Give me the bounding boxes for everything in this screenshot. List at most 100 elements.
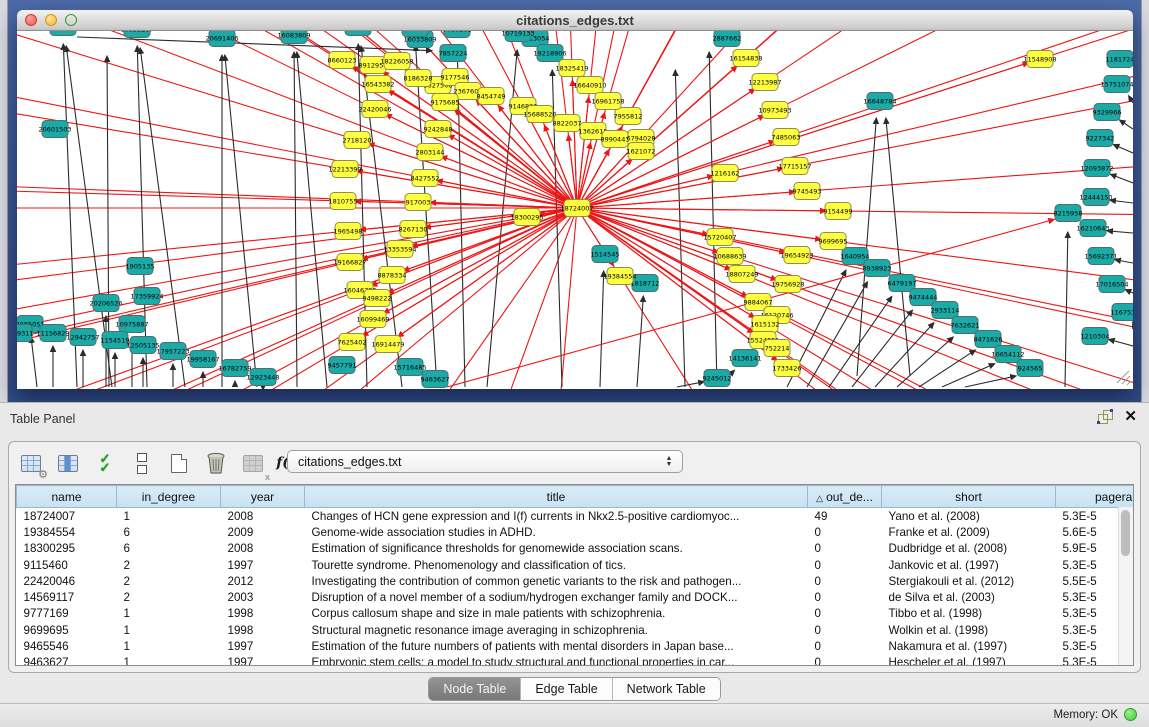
table-row[interactable]: 946362711997Embryonic stem cells: a mode… (17, 655, 1135, 666)
graph-node[interactable]: 9175685 (431, 94, 460, 111)
graph-node[interactable]: 9457791 (328, 357, 357, 374)
graph-node[interactable]: 7632621 (951, 317, 980, 334)
graph-node[interactable]: 10973493 (758, 102, 791, 119)
graph-node[interactable]: 16961758 (591, 93, 624, 110)
column-header-title[interactable]: title (305, 486, 808, 508)
float-panel-icon[interactable] (1098, 410, 1112, 424)
hub-node[interactable]: 18724007 (560, 200, 593, 217)
graph-node[interactable]: 12444150 (1079, 189, 1112, 206)
graph-node[interactable]: 12213399 (328, 161, 361, 178)
graph-node[interactable]: 7485063 (772, 129, 801, 146)
column-header-indegree[interactable]: in_degree (117, 486, 221, 508)
graph-node[interactable]: 12213987 (748, 74, 781, 91)
graph-node[interactable]: 9242848 (424, 121, 453, 138)
graph-node[interactable]: 10688639 (713, 248, 746, 265)
table-row[interactable]: 1456911722003Disruption of a novel membe… (17, 589, 1135, 605)
table-row[interactable]: 969969511998Structural magnetic resonanc… (17, 622, 1135, 638)
graph-node[interactable]: 10853287 (120, 31, 153, 38)
graph-node[interactable]: 12093872 (1080, 160, 1113, 177)
graph-node[interactable]: 18300295 (510, 209, 543, 226)
graph-node[interactable]: 1216162 (711, 165, 740, 182)
network-canvas[interactable]: 1603380978572248813054192189062887662107… (17, 31, 1133, 389)
graph-node[interactable]: 8471626 (974, 331, 1003, 348)
graph-node[interactable]: 8427552 (411, 170, 440, 187)
graph-node[interactable]: 22420046 (358, 101, 391, 118)
table-selector-dropdown[interactable]: citations_edges.txt ▲ ▼ (287, 450, 683, 473)
graph-node[interactable]: 11548908 (1023, 51, 1056, 68)
graph-node[interactable]: 13353594 (383, 241, 416, 258)
graph-node[interactable]: 6466161 (443, 31, 472, 38)
graph-node[interactable]: 20691406 (205, 31, 238, 47)
table-row[interactable]: 911546021997Tourette syndrome. Phenomeno… (17, 557, 1135, 573)
delete-table-button[interactable] (202, 449, 230, 477)
graph-node[interactable]: 14136141 (728, 350, 761, 367)
graph-node[interactable]: 18226058 (380, 53, 413, 70)
graph-node[interactable]: 16099469 (356, 311, 389, 328)
graph-node[interactable]: 12505135 (126, 337, 159, 354)
graph-node[interactable]: 16210643 (1076, 220, 1109, 237)
table-row[interactable]: 1830029562008Estimation of significance … (17, 541, 1135, 557)
graph-node[interactable]: 8660123 (328, 52, 357, 69)
citation-network-graph[interactable]: 1603380978572248813054192189062887662107… (17, 31, 1133, 389)
graph-node[interactable]: 9745493 (793, 183, 822, 200)
table-row[interactable]: 977716911998Corpus callosum shape and si… (17, 606, 1135, 622)
graph-node[interactable]: 924565 (1017, 360, 1043, 377)
table-row[interactable]: 2242004622012Investigating the contribut… (17, 573, 1135, 589)
select-rows-button[interactable]: ✓ ✓ (91, 449, 119, 477)
graph-node[interactable]: 8186328 (404, 70, 433, 87)
graph-node[interactable]: 10975887 (115, 316, 148, 333)
graph-node[interactable]: 17016504 (1095, 276, 1128, 293)
graph-node[interactable]: 9154499 (824, 203, 853, 220)
graph-node[interactable]: 18807249 (725, 266, 758, 283)
graph-node[interactable]: 20206526 (89, 295, 122, 312)
graph-node[interactable]: 917003 (405, 194, 431, 211)
graph-node[interactable]: 16914479 (371, 336, 404, 353)
graph-node[interactable]: 7625402 (338, 334, 367, 351)
graph-node[interactable]: 16154838 (729, 50, 762, 67)
graph-node[interactable]: 20601503 (38, 121, 71, 138)
graph-node[interactable]: 19384554 (603, 268, 636, 285)
graph-node[interactable]: 8267130 (399, 221, 428, 238)
graph-node[interactable]: 8990443 (601, 131, 630, 148)
graph-node[interactable]: 8938923 (863, 260, 892, 277)
graph-node[interactable]: 7955812 (614, 108, 643, 125)
window-titlebar[interactable]: citations_edges.txt (17, 10, 1133, 31)
table-row[interactable]: 1872400712008Changes of HCN gene express… (17, 508, 1135, 525)
graph-node[interactable]: 11156829 (36, 325, 69, 342)
table-row[interactable]: 1938455462009Genome-wide association stu… (17, 524, 1135, 540)
graph-node[interactable]: 7857224 (439, 45, 468, 62)
tab-node-table[interactable]: Node Table (429, 678, 520, 700)
graph-node[interactable]: 2718120 (343, 132, 372, 149)
graph-node[interactable]: 1905135 (126, 258, 155, 275)
graph-node[interactable]: 17359924 (130, 288, 163, 305)
tab-edge-table[interactable]: Edge Table (520, 678, 611, 700)
graph-node[interactable]: 3919311 (17, 325, 33, 342)
graph-node[interactable]: 19756928 (771, 276, 804, 293)
close-panel-icon[interactable]: ✕ (1124, 410, 1137, 424)
graph-node[interactable]: 16640910 (573, 77, 606, 94)
graph-node[interactable]: 8215958 (1054, 205, 1083, 222)
graph-node[interactable]: 1514545 (591, 246, 620, 263)
column-header-name[interactable]: name (17, 486, 117, 508)
graph-node[interactable]: 1615132 (751, 316, 780, 333)
graph-node[interactable]: 10719133 (501, 31, 534, 42)
graph-node[interactable]: 19218906 (533, 45, 566, 62)
table-settings-button[interactable]: ⚙ (17, 449, 45, 477)
graph-node[interactable]: 16543382 (361, 76, 394, 93)
graph-node[interactable]: 15751074 (1100, 76, 1133, 93)
table-row[interactable]: 946554611997Estimation of the future num… (17, 638, 1135, 654)
graph-node[interactable]: 9498222 (363, 290, 392, 307)
graph-node[interactable]: 9699695 (819, 233, 848, 250)
graph-node[interactable]: 17957223 (156, 343, 189, 360)
table-scrollbar-thumb[interactable] (1121, 510, 1130, 556)
memory-ok-indicator[interactable] (1124, 708, 1137, 721)
graph-node[interactable]: 8822037 (553, 115, 582, 132)
graph-node[interactable]: 16083809 (277, 31, 310, 44)
graph-node[interactable]: 1965498 (334, 223, 363, 240)
graph-node[interactable]: 19958167 (186, 351, 219, 368)
graph-node[interactable]: 1621072 (627, 143, 656, 160)
graph-node[interactable]: 19166827 (333, 254, 366, 271)
graph-node[interactable]: 2803144 (416, 144, 445, 161)
graph-node[interactable]: 8878334 (378, 267, 407, 284)
graph-node[interactable]: 8454749 (477, 88, 506, 105)
